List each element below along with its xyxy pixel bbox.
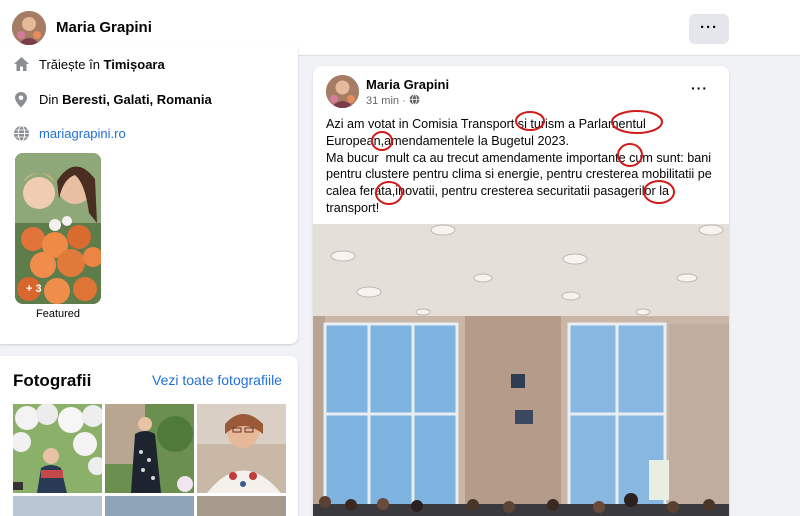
photo-thumbnail[interactable] — [105, 496, 194, 516]
intro-from-prefix: Din — [39, 91, 63, 107]
post-more-button[interactable]: ··· — [691, 80, 708, 96]
globe-icon — [12, 124, 30, 142]
post-text-line: Ma bucur mult ca au trecut amendamente i… — [326, 150, 712, 165]
photo-thumbnail[interactable] — [13, 496, 102, 516]
post-time: 31 min · — [366, 95, 406, 107]
photo-thumbnail[interactable] — [197, 404, 286, 493]
home-icon — [12, 55, 30, 73]
post-text-line: calea ferata,inovatii, pentru cresterea … — [326, 184, 670, 199]
post-timestamp[interactable]: 31 min · — [366, 94, 420, 108]
profile-avatar[interactable] — [12, 11, 46, 45]
featured-photo[interactable] — [15, 153, 101, 304]
intro-lives-city[interactable]: Timișoara — [104, 57, 165, 72]
photo-thumbnail[interactable] — [13, 404, 102, 493]
featured-count: + 3 — [26, 283, 42, 295]
post-text-line: European,amendamentele la Bugetul 2023. — [326, 133, 569, 148]
photos-card: Fotografii Vezi toate fotografiile — [0, 356, 298, 516]
post-text: Azi am votat in Comisia Transport si tur… — [326, 116, 721, 217]
post-author-avatar[interactable] — [326, 75, 359, 108]
featured-label[interactable]: Featured — [15, 308, 101, 320]
post-text-line: pentru clustere pentru clima si energie,… — [326, 167, 712, 182]
post-author-name[interactable]: Maria Grapini — [366, 77, 449, 92]
intro-lives-prefix: Trăiește în — [39, 56, 104, 72]
photo-thumbnail[interactable] — [197, 496, 286, 516]
more-options-button[interactable]: ··· — [689, 14, 729, 44]
post-text-line: transport! — [326, 200, 380, 215]
post-photo[interactable] — [313, 224, 729, 516]
intro-card: Trăiește în Timișoara Din Beresti, Galat… — [0, 46, 298, 344]
globe-icon — [409, 94, 420, 108]
intro-website: mariagrapini.ro — [12, 122, 126, 144]
intro-from-place[interactable]: Beresti, Galati, Romania — [62, 92, 212, 107]
location-pin-icon — [12, 90, 30, 108]
intro-lives-in: Trăiește în Timișoara — [12, 53, 165, 75]
profile-name[interactable]: Maria Grapini — [56, 19, 152, 36]
photo-thumbnail[interactable] — [105, 404, 194, 493]
intro-from: Din Beresti, Galati, Romania — [12, 88, 212, 110]
photos-title: Fotografii — [13, 371, 92, 390]
website-link[interactable]: mariagrapini.ro — [39, 126, 126, 141]
see-all-photos-link[interactable]: Vezi toate fotografiile — [152, 372, 282, 388]
post-card: Maria Grapini 31 min · ··· Azi am votat … — [313, 66, 729, 516]
post-text-line: Azi am votat in Comisia Transport si tur… — [326, 117, 646, 131]
